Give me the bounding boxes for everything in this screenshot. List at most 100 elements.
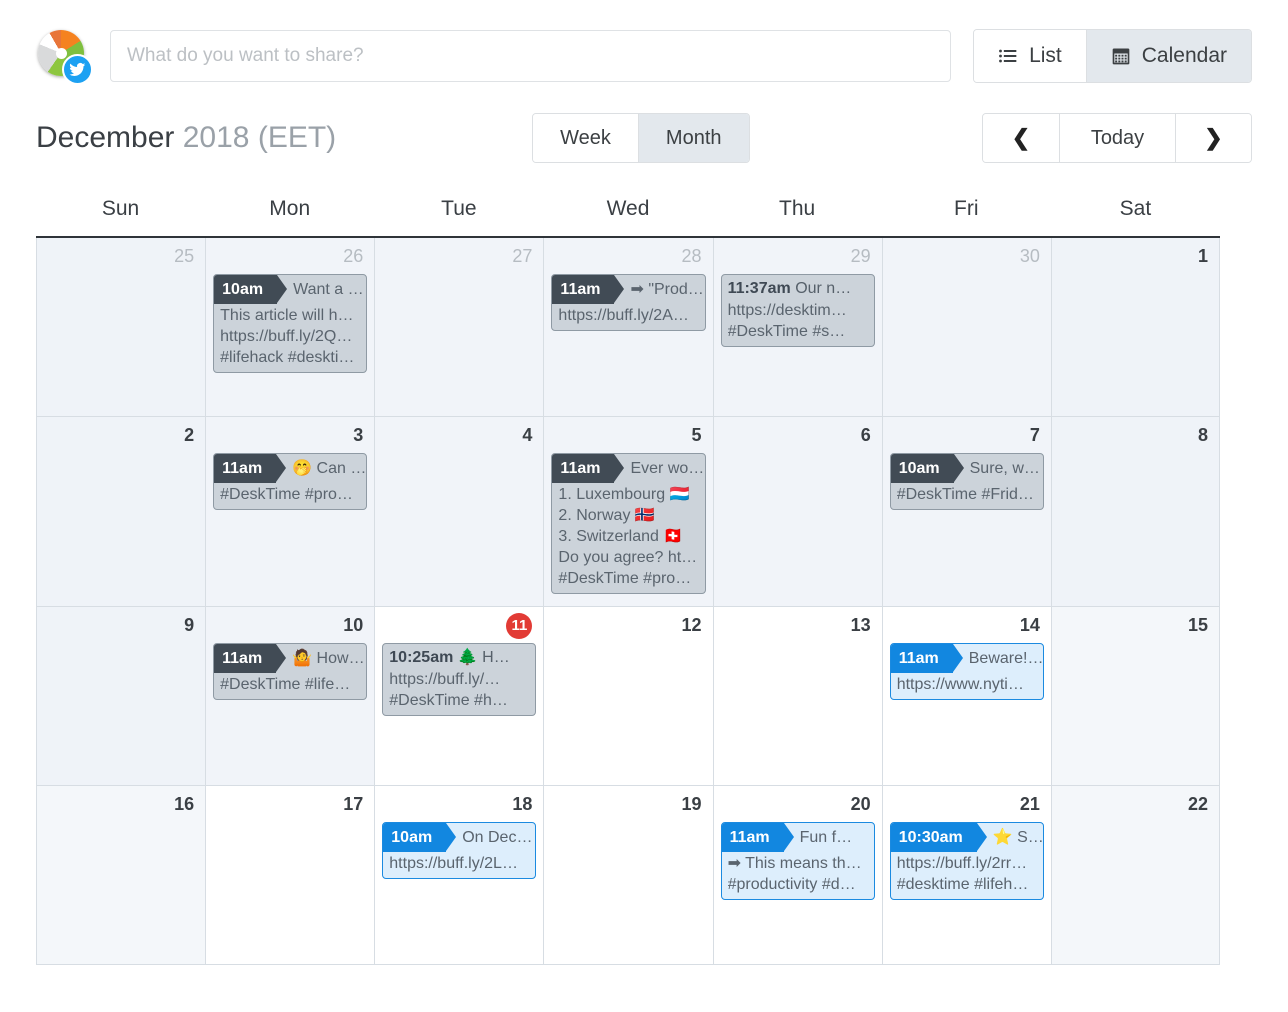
- day-cell-7[interactable]: 7 10am Sure, w… #DeskTime #Frid…: [881, 417, 1051, 606]
- day-cell-21[interactable]: 21 10:30am ⭐ S… https://buff.ly/2rr… #deskti…: [881, 786, 1051, 964]
- event-text-line: ➡ This means th…: [727, 855, 862, 872]
- day-cell-5[interactable]: 5 11am Ever wo… 1. Luxembourg 🇱🇺 2. Norway 🇳…: [543, 417, 713, 606]
- month-toolbar: December 2018 (EET) Week Month ❮ Today ❯: [0, 90, 1288, 168]
- day-number: 25: [174, 246, 195, 266]
- day-cell-11[interactable]: 11 10:25am 🌲 H… https://buff.ly/… #DeskTime…: [374, 607, 544, 785]
- day-number: 30: [1019, 246, 1040, 266]
- weekday-header-sun: Sun: [101, 197, 140, 220]
- weekday-header-tue: Tue: [441, 197, 477, 220]
- event-time-badge: 11am: [721, 823, 794, 852]
- day-cell-13[interactable]: 13: [712, 607, 882, 785]
- day-number: 3: [353, 425, 364, 445]
- event-text-line: #lifehack #deskti…: [220, 349, 355, 366]
- calendar-view-button[interactable]: Calendar: [1085, 30, 1251, 82]
- event-title: Sure, w…: [969, 460, 1040, 477]
- event-body: https://buff.ly/… #DeskTime #h…: [383, 668, 535, 711]
- share-input[interactable]: [110, 30, 952, 82]
- event-body: #DeskTime #life…: [214, 673, 366, 695]
- calendar-event[interactable]: 11am ➡ "Prod… https://buff.ly/2A…: [551, 274, 706, 331]
- event-text-line: Do you agree? ht…: [558, 549, 698, 566]
- calendar-icon: [1111, 46, 1131, 66]
- calendar-event[interactable]: 11am Ever wo… 1. Luxembourg 🇱🇺 2. Norway 🇳🇴…: [551, 453, 706, 594]
- day-cell-14[interactable]: 14 11am Beware!… https://www.nyti…: [881, 607, 1051, 785]
- event-body: https://desktim… #DeskTime #s…: [722, 299, 874, 342]
- day-cell-17[interactable]: 17: [205, 786, 375, 964]
- day-cell-19[interactable]: 19: [543, 786, 713, 964]
- event-title: Ever wo…: [630, 460, 705, 477]
- calendar-event[interactable]: 10:30am ⭐ S… https://buff.ly/2rr… #desktime…: [889, 822, 1044, 900]
- event-body: #DeskTime #pro…: [214, 483, 366, 505]
- week-range-button[interactable]: Week: [533, 114, 638, 162]
- list-view-button[interactable]: List: [974, 30, 1086, 82]
- event-time-badge: 11am: [214, 454, 287, 483]
- title-month: December: [36, 121, 175, 154]
- title-timezone: (EET): [257, 121, 337, 154]
- day-cell-16[interactable]: 16: [36, 786, 206, 964]
- day-number: 19: [681, 794, 702, 814]
- day-cell-4[interactable]: 4: [374, 417, 544, 606]
- event-header: 10am Want a …: [214, 275, 366, 304]
- day-cell-22[interactable]: 22: [1050, 786, 1220, 964]
- event-header: 11am ➡ "Prod…: [552, 275, 704, 304]
- calendar-event[interactable]: 11:37am Our n… https://desktim… #DeskTime …: [720, 274, 875, 347]
- day-cell-29[interactable]: 29 11:37am Our n… https://desktim… #DeskTim…: [712, 238, 882, 416]
- day-number: 7: [1029, 425, 1040, 445]
- weekday-header-mon: Mon: [269, 197, 311, 220]
- previous-period-button[interactable]: ❮: [983, 114, 1059, 162]
- calendar-event[interactable]: 11am Fun f… ➡ This means th… #productivity …: [720, 822, 875, 900]
- day-cell-28[interactable]: 28 11am ➡ "Prod… https://buff.ly/2A…: [543, 238, 713, 416]
- event-text-line: https://desktim…: [727, 302, 847, 319]
- list-icon: [998, 46, 1018, 66]
- day-cell-3[interactable]: 3 11am 🤭 Can … #DeskTime #pro…: [205, 417, 375, 606]
- day-cell-15[interactable]: 15: [1050, 607, 1220, 785]
- event-text-line: #DeskTime #life…: [220, 676, 351, 693]
- day-cell-1[interactable]: 1: [1050, 238, 1220, 416]
- day-cell-12[interactable]: 12: [543, 607, 713, 785]
- event-text-line: https://buff.ly/2L…: [389, 855, 518, 872]
- calendar-event[interactable]: 11am 🤷 How… #DeskTime #life…: [213, 643, 368, 700]
- day-number: 12: [681, 615, 702, 635]
- day-number: 28: [681, 246, 702, 266]
- weekday-header-wed: Wed: [606, 197, 650, 220]
- day-cell-9[interactable]: 9: [36, 607, 206, 785]
- day-number: 14: [1019, 615, 1040, 635]
- avatar[interactable]: [36, 28, 93, 85]
- day-cell-25[interactable]: 25: [36, 238, 206, 416]
- event-text-line: #DeskTime #h…: [389, 692, 508, 709]
- event-header: 10:25am 🌲 H…: [383, 644, 535, 668]
- calendar-event[interactable]: 10am On Dec… https://buff.ly/2L…: [382, 822, 537, 879]
- event-title: Our n…: [795, 280, 852, 297]
- day-number: 1: [1197, 246, 1208, 266]
- month-range-button[interactable]: Month: [637, 114, 749, 162]
- event-header: 11am Beware!…: [890, 644, 1043, 673]
- event-header: 11:37am Our n…: [722, 275, 874, 299]
- day-cell-6[interactable]: 6: [712, 417, 882, 606]
- event-body: https://buff.ly/2L…: [383, 852, 535, 874]
- calendar-event[interactable]: 10am Sure, w… #DeskTime #Frid…: [889, 453, 1044, 510]
- calendar-event[interactable]: 11am 🤭 Can … #DeskTime #pro…: [213, 453, 368, 510]
- today-button[interactable]: Today: [1059, 114, 1175, 162]
- next-period-button[interactable]: ❯: [1175, 114, 1251, 162]
- page-title: December 2018 (EET): [36, 121, 336, 155]
- day-cell-8[interactable]: 8: [1050, 417, 1220, 606]
- day-cell-20[interactable]: 20 11am Fun f… ➡ This means th… #productivit…: [712, 786, 882, 964]
- event-time-text: 10:25am: [389, 649, 454, 666]
- list-view-label: List: [1029, 44, 1062, 67]
- day-number: 16: [174, 794, 195, 814]
- calendar-weeks: 25 26 10am Want a … This article will h… http…: [36, 238, 1220, 965]
- event-title: On Dec…: [462, 829, 533, 846]
- day-cell-18[interactable]: 18 10am On Dec… https://buff.ly/2L…: [374, 786, 544, 964]
- event-header: 10am On Dec…: [383, 823, 535, 852]
- day-cell-10[interactable]: 10 11am 🤷 How… #DeskTime #life…: [205, 607, 375, 785]
- day-number: 10: [343, 615, 364, 635]
- calendar-event[interactable]: 11am Beware!… https://www.nyti…: [889, 643, 1044, 700]
- event-text-line: https://buff.ly/…: [389, 671, 501, 688]
- day-cell-26[interactable]: 26 10am Want a … This article will h… https:…: [205, 238, 375, 416]
- calendar-event[interactable]: 10am Want a … This article will h… https://…: [213, 274, 368, 373]
- event-time-badge: 11am: [890, 644, 963, 673]
- range-toggle: Week Month: [532, 113, 750, 163]
- day-cell-2[interactable]: 2: [36, 417, 206, 606]
- day-cell-27[interactable]: 27: [374, 238, 544, 416]
- day-cell-30[interactable]: 30: [881, 238, 1051, 416]
- calendar-event[interactable]: 10:25am 🌲 H… https://buff.ly/… #DeskTime #…: [382, 643, 537, 716]
